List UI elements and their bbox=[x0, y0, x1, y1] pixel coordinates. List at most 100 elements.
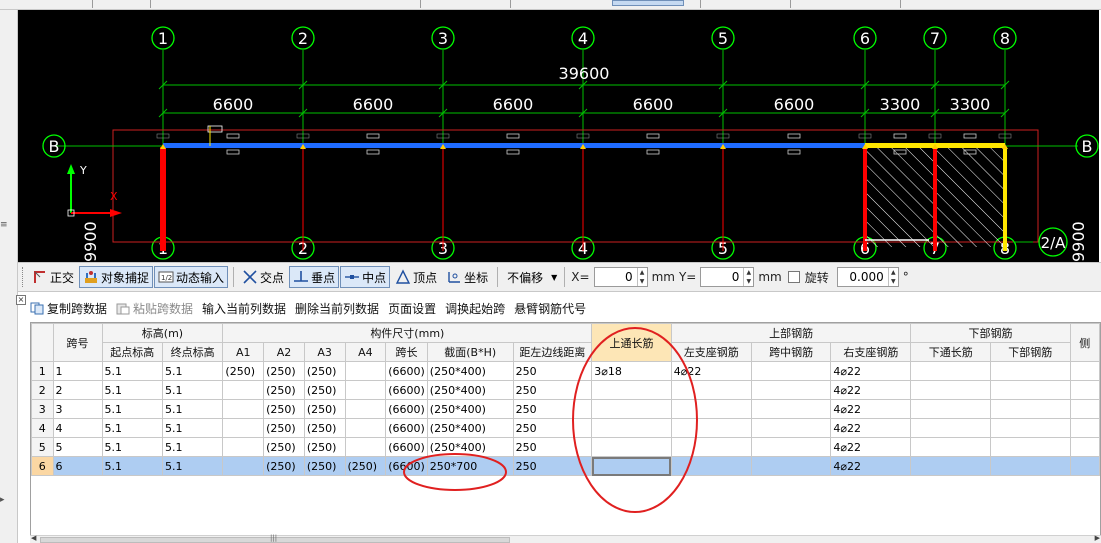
cell-a4[interactable]: (250) bbox=[344, 456, 387, 476]
input-column-button[interactable]: 输入当前列数据 bbox=[202, 300, 286, 317]
cell-top-continuous-bar[interactable]: 3⌀18 bbox=[591, 361, 672, 381]
span-table-container[interactable]: 跨号 标高(m) 构件尺寸(mm) 上通长筋 上部钢筋 下部钢筋 侧 起点标高 … bbox=[30, 322, 1101, 543]
header-bottom-continuous-bar[interactable]: 下通长筋 bbox=[910, 342, 991, 362]
cad-plan-view[interactable]: 1122334455667788396006600660066006600660… bbox=[18, 10, 1099, 262]
cell-right-support-bar[interactable]: 4⌀22 bbox=[830, 437, 912, 457]
cell-a2[interactable]: (250) bbox=[263, 399, 305, 419]
header-section[interactable]: 截面(B*H) bbox=[426, 342, 514, 362]
coordinate-snap-button[interactable]: 坐标 bbox=[442, 266, 492, 288]
table-row[interactable]: 1 1 5.1 5.1 (250) (250) (250) (6600) (250*400) 25… bbox=[31, 361, 1100, 381]
midpoint-snap-button[interactable]: 中点 bbox=[340, 266, 391, 288]
cell-span-number[interactable]: 5 bbox=[52, 437, 103, 457]
header-top-continuous-bar[interactable]: 上通长筋 bbox=[591, 323, 672, 362]
cell-mid-span-bar[interactable] bbox=[750, 361, 832, 381]
cell-bottom-continuous-bar[interactable] bbox=[910, 361, 991, 381]
cell-start-elevation[interactable]: 5.1 bbox=[101, 418, 163, 438]
rotate-checkbox[interactable] bbox=[787, 271, 800, 283]
table-row[interactable]: 5 5 5.1 5.1 (250) (250) (6600) (250*400) 250 4⌀22 bbox=[31, 437, 1100, 457]
cell-a3[interactable]: (250) bbox=[303, 437, 346, 457]
cell-bottom-continuous-bar[interactable] bbox=[910, 399, 991, 419]
table-row[interactable]: 6 6 5.1 5.1 (250) (250) (250) (6600) 250*700 250 4… bbox=[31, 456, 1100, 476]
cell-span-number[interactable]: 1 bbox=[52, 361, 103, 381]
row-header[interactable]: 2 bbox=[31, 380, 54, 400]
cell-span-number[interactable]: 4 bbox=[52, 418, 103, 438]
cell-bottom-bar[interactable] bbox=[989, 361, 1071, 381]
cell-end-elevation[interactable]: 5.1 bbox=[161, 456, 224, 476]
cell-span-length[interactable]: (6600) bbox=[385, 361, 428, 381]
cell-span-length[interactable]: (6600) bbox=[385, 418, 428, 438]
spinner-arrows-icon[interactable]: ▲ ▼ bbox=[636, 268, 647, 286]
cell-left-support-bar[interactable] bbox=[670, 456, 752, 476]
cell-left-support-bar[interactable]: 4⌀22 bbox=[670, 361, 752, 381]
paste-span-button[interactable]: 粘贴跨数据 bbox=[116, 300, 193, 317]
cell-right-support-bar[interactable]: 4⌀22 bbox=[830, 399, 912, 419]
cell-right-support-bar[interactable]: 4⌀22 bbox=[830, 361, 912, 381]
cell-side-rebar[interactable] bbox=[1069, 399, 1100, 419]
header-side-rebar[interactable]: 侧 bbox=[1069, 323, 1100, 362]
spinner-arrows-icon[interactable]: ▲ ▼ bbox=[887, 268, 898, 286]
dynamic-input-button[interactable]: 1/2 动态输入 bbox=[154, 266, 229, 288]
cell-span-number[interactable]: 2 bbox=[52, 380, 103, 400]
cell-end-elevation[interactable]: 5.1 bbox=[161, 399, 224, 419]
table-row[interactable]: 3 3 5.1 5.1 (250) (250) (6600) (250*400) 250 4⌀22 bbox=[31, 399, 1100, 419]
table-row[interactable]: 2 2 5.1 5.1 (250) (250) (6600) (250*400) 250 4⌀22 bbox=[31, 380, 1100, 400]
x-offset-spinner[interactable]: 0 ▲ ▼ bbox=[593, 267, 648, 287]
page-setup-button[interactable]: 页面设置 bbox=[388, 300, 436, 317]
cell-bottom-continuous-bar[interactable] bbox=[910, 437, 991, 457]
cell-edge-distance[interactable]: 250 bbox=[512, 361, 593, 381]
cell-start-elevation[interactable]: 5.1 bbox=[101, 456, 163, 476]
cell-a4[interactable] bbox=[344, 399, 387, 419]
cell-a1[interactable]: (250) bbox=[222, 361, 265, 381]
scroll-left-icon[interactable]: ◀ bbox=[31, 534, 36, 542]
cell-mid-span-bar[interactable] bbox=[750, 418, 832, 438]
cell-left-support-bar[interactable] bbox=[670, 399, 752, 419]
cell-left-support-bar[interactable] bbox=[670, 380, 752, 400]
cell-bottom-continuous-bar[interactable] bbox=[910, 456, 991, 476]
cell-right-support-bar[interactable]: 4⌀22 bbox=[830, 418, 912, 438]
cell-mid-span-bar[interactable] bbox=[750, 437, 832, 457]
cell-side-rebar[interactable] bbox=[1069, 437, 1100, 457]
cell-a2[interactable]: (250) bbox=[263, 418, 305, 438]
cell-bottom-bar[interactable] bbox=[989, 399, 1071, 419]
cell-end-elevation[interactable]: 5.1 bbox=[161, 418, 224, 438]
row-header[interactable]: 1 bbox=[31, 361, 54, 381]
cell-span-length[interactable]: (6600) bbox=[385, 380, 428, 400]
header-right-support-bar[interactable]: 右支座钢筋 bbox=[830, 342, 912, 362]
cell-start-elevation[interactable]: 5.1 bbox=[101, 380, 163, 400]
cell-top-continuous-bar[interactable] bbox=[591, 380, 672, 400]
cell-edge-distance[interactable]: 250 bbox=[512, 456, 593, 476]
toolbar-grip[interactable] bbox=[22, 267, 25, 287]
cell-section[interactable]: (250*400) bbox=[426, 380, 514, 400]
cell-section[interactable]: (250*400) bbox=[426, 361, 514, 381]
cell-right-support-bar[interactable]: 4⌀22 bbox=[830, 380, 912, 400]
cell-left-support-bar[interactable] bbox=[670, 418, 752, 438]
cell-end-elevation[interactable]: 5.1 bbox=[161, 380, 224, 400]
cell-bottom-bar[interactable] bbox=[989, 437, 1071, 457]
cell-start-elevation[interactable]: 5.1 bbox=[101, 399, 163, 419]
cell-section[interactable]: (250*400) bbox=[426, 399, 514, 419]
cell-a3[interactable]: (250) bbox=[303, 456, 346, 476]
header-end-elevation[interactable]: 终点标高 bbox=[161, 342, 224, 362]
cell-a1[interactable] bbox=[222, 418, 265, 438]
cell-side-rebar[interactable] bbox=[1069, 380, 1100, 400]
cell-a1[interactable] bbox=[222, 380, 265, 400]
cell-edge-distance[interactable]: 250 bbox=[512, 418, 593, 438]
cell-top-continuous-bar[interactable] bbox=[591, 399, 672, 419]
cell-a2[interactable]: (250) bbox=[263, 361, 305, 381]
cell-a3[interactable]: (250) bbox=[303, 361, 346, 381]
cell-section[interactable]: (250*400) bbox=[426, 418, 514, 438]
cell-bottom-bar[interactable] bbox=[989, 456, 1071, 476]
scroll-right-icon[interactable]: ▶ bbox=[1095, 534, 1100, 542]
perpendicular-snap-button[interactable]: 垂点 bbox=[289, 266, 340, 288]
swap-start-span-button[interactable]: 调换起始跨 bbox=[445, 300, 505, 317]
cell-a2[interactable]: (250) bbox=[263, 380, 305, 400]
cell-edge-distance[interactable]: 250 bbox=[512, 437, 593, 457]
cell-bottom-bar[interactable] bbox=[989, 380, 1071, 400]
cell-a4[interactable] bbox=[344, 380, 387, 400]
intersection-snap-button[interactable]: 交点 bbox=[238, 266, 288, 288]
cell-span-length[interactable]: (6600) bbox=[385, 456, 428, 476]
cell-mid-span-bar[interactable] bbox=[750, 380, 832, 400]
cell-a1[interactable] bbox=[222, 399, 265, 419]
cell-edge-distance[interactable]: 250 bbox=[512, 399, 593, 419]
cell-side-rebar[interactable] bbox=[1069, 418, 1100, 438]
